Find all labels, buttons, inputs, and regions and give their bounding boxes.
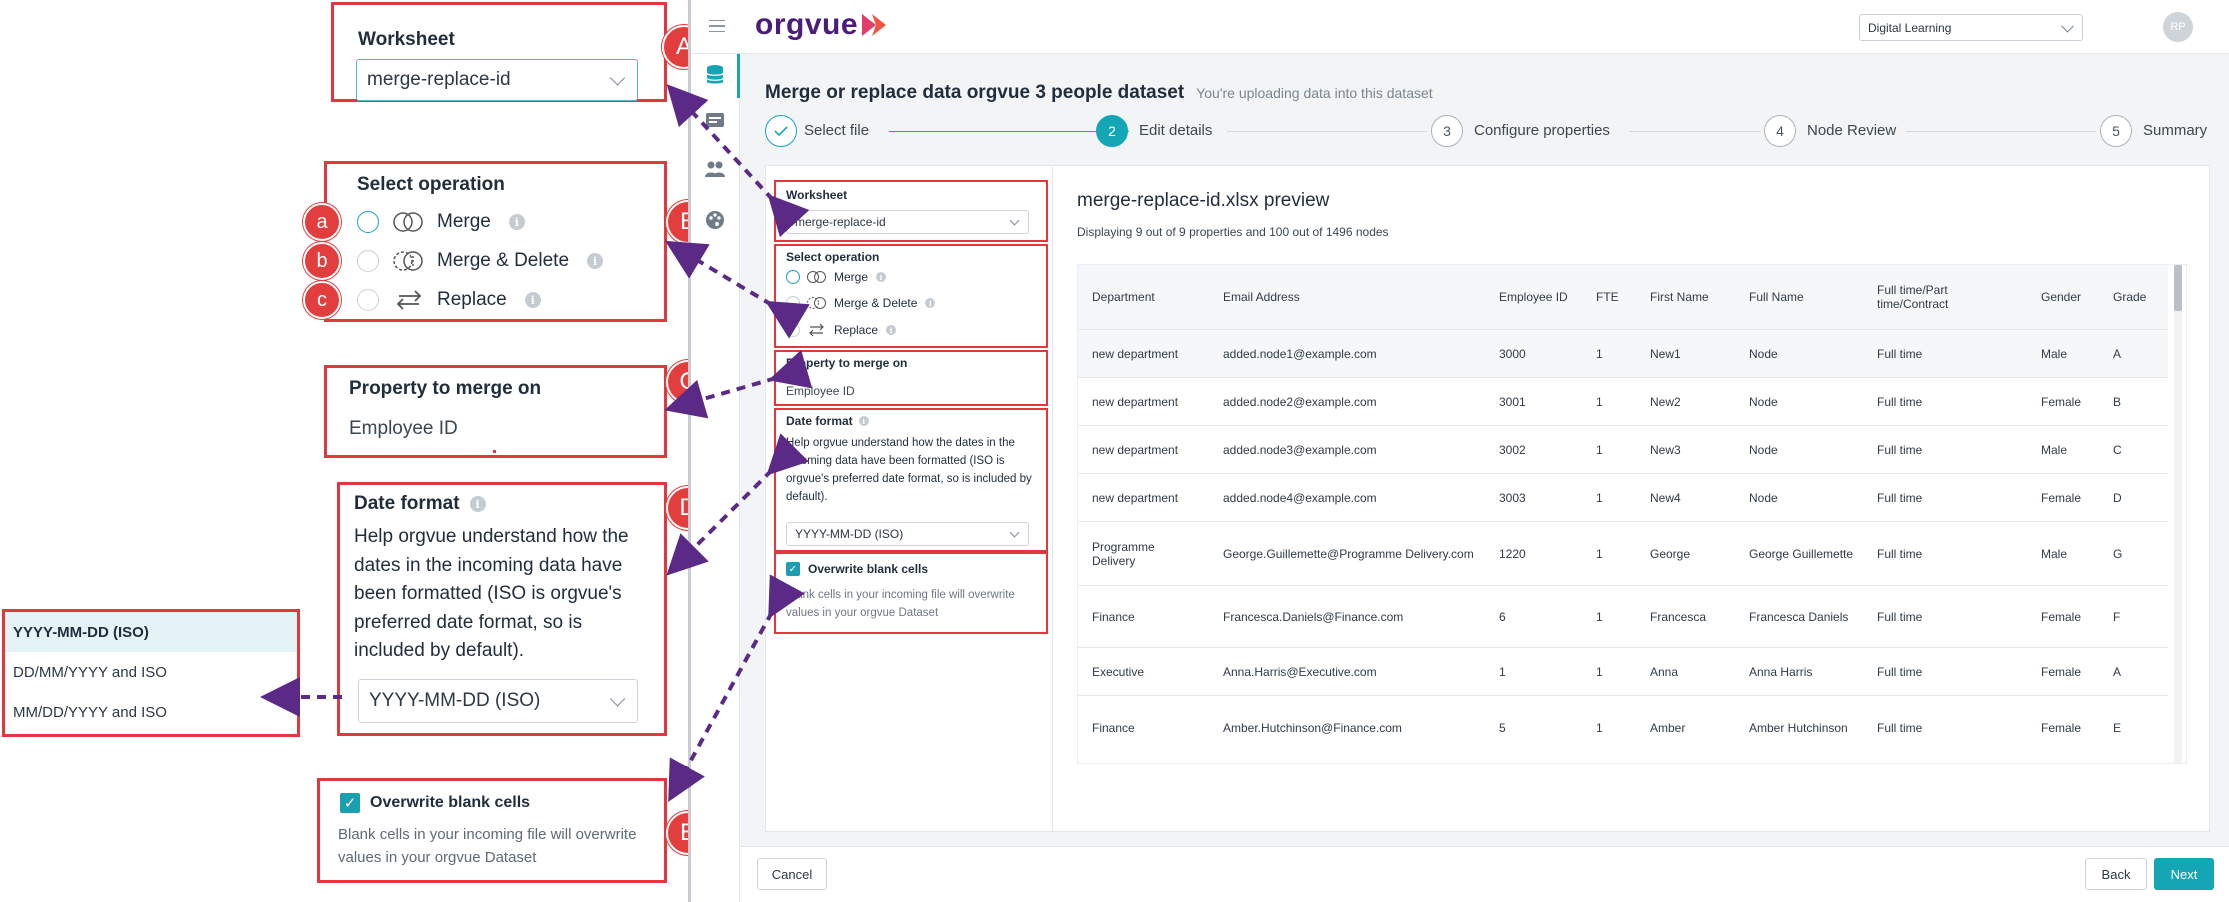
callout-arrows: [260, 84, 813, 803]
arrow-c: [664, 349, 813, 419]
arrow-e: [668, 574, 805, 803]
arrow-a: [666, 84, 810, 238]
arrow-b: [665, 240, 810, 339]
arrow-d: [666, 433, 809, 576]
